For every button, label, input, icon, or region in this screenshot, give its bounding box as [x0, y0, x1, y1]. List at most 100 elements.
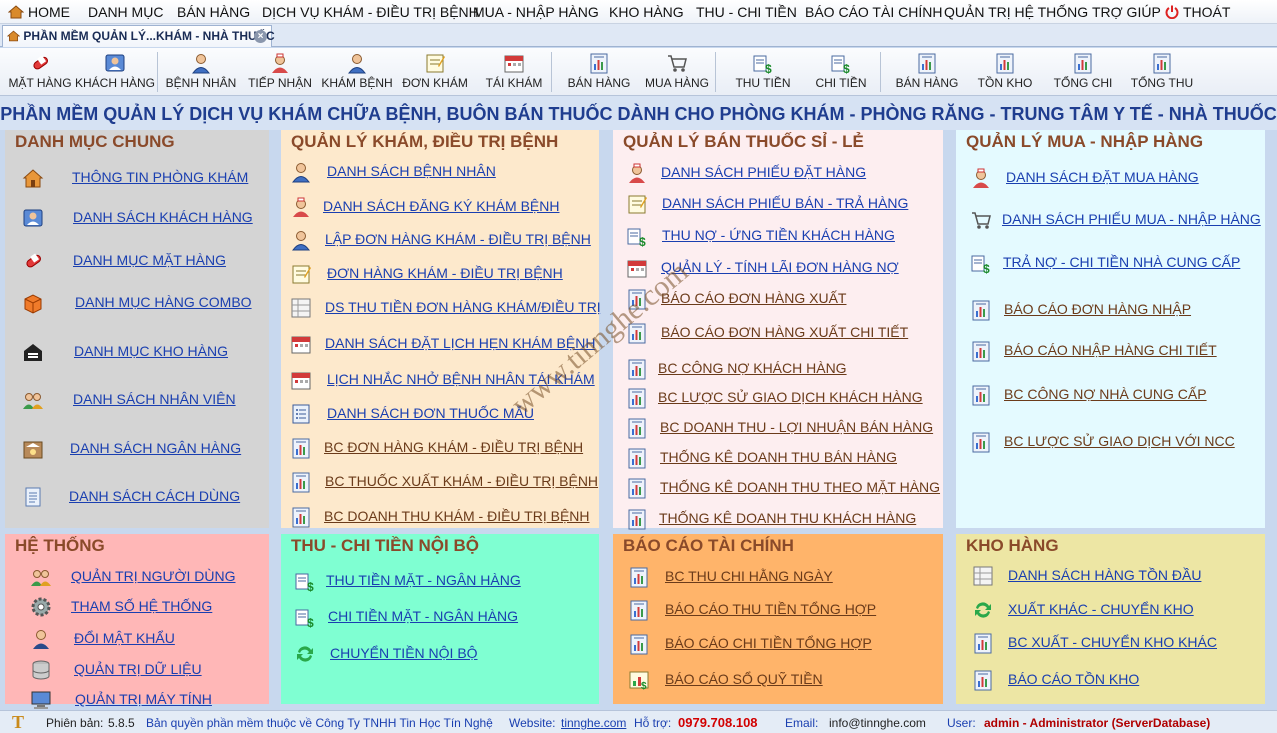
report-icon — [970, 299, 992, 321]
banthuoc-link[interactable]: DANH SÁCH PHIẾU BÁN - TRẢ HÀNG — [662, 195, 908, 211]
banthuoc-link[interactable]: BÁO CÁO ĐƠN HÀNG XUẤT CHI TIẾT — [661, 324, 908, 340]
banthuoc-link[interactable]: THỐNG KÊ DOANH THU BÁN HÀNG — [660, 449, 897, 465]
baocao-link[interactable]: BC THU CHI HẰNG NGÀY — [665, 568, 833, 584]
kham-link[interactable]: LẬP ĐƠN HÀNG KHÁM - ĐIỀU TRỊ BỆNH — [325, 231, 591, 247]
kho-link[interactable]: BÁO CÁO TỒN KHO — [1008, 671, 1139, 687]
menu-kho-hang[interactable]: KHO HÀNG — [609, 4, 684, 20]
baocao-link[interactable]: BÁO CÁO CHI TIỀN TỔNG HỢP — [665, 635, 872, 651]
menu-quan-tri-he-thong[interactable]: QUẢN TRỊ HỆ THỐNG — [944, 4, 1088, 20]
danhmuc-link[interactable]: THÔNG TIN PHÒNG KHÁM — [72, 169, 248, 185]
hethong-link[interactable]: QUẢN TRỊ MÁY TÍNH — [75, 691, 212, 707]
kho-link[interactable]: XUẤT KHÁC - CHUYỂN KHO — [1008, 601, 1194, 617]
toolbar-bao-cao-ban-hang-button[interactable]: BÁN HÀNG — [887, 50, 967, 94]
toolbar-ton-kho-button[interactable]: TỒN KHO — [965, 50, 1045, 94]
menu-thoat[interactable]: THOÁT — [1165, 4, 1230, 20]
kham-link[interactable]: DANH SÁCH BỆNH NHÂN — [327, 163, 496, 179]
kham-link[interactable]: DS THU TIỀN ĐƠN HÀNG KHÁM/ĐIỀU TRỊ — [325, 299, 601, 315]
toolbar-label: TIẾP NHẬN — [248, 76, 312, 90]
toolbar-tong-thu-button[interactable]: TỔNG THU — [1122, 50, 1202, 94]
menu-danh-muc[interactable]: DANH MỤC — [88, 4, 163, 20]
cart-icon — [970, 209, 992, 231]
banthuoc-link[interactable]: QUẢN LÝ - TÍNH LÃI ĐƠN HÀNG NỢ — [661, 259, 899, 275]
kham-link[interactable]: DANH SÁCH ĐƠN THUỐC MẪU — [327, 405, 534, 421]
kham-link[interactable]: DANH SÁCH ĐĂNG KÝ KHÁM BỆNH — [323, 198, 559, 214]
baocao-link[interactable]: BÁO CÁO THU TIỀN TỔNG HỢP — [665, 601, 876, 617]
kham-link[interactable]: ĐƠN HÀNG KHÁM - ĐIỀU TRỊ BỆNH — [327, 265, 563, 281]
banthuoc-link[interactable]: BÁO CÁO ĐƠN HÀNG XUẤT — [661, 290, 846, 306]
mua-link[interactable]: DANH SÁCH ĐẶT MUA HÀNG — [1006, 169, 1199, 185]
toolbar-tong-chi-button[interactable]: TỔNG CHI — [1043, 50, 1123, 94]
menu-thu-chi-tien[interactable]: THU - CHI TIỀN — [696, 4, 797, 20]
banthuoc-link[interactable]: DANH SÁCH PHIẾU ĐẶT HÀNG — [661, 164, 866, 180]
report-icon — [626, 508, 648, 530]
thuchi-link[interactable]: CHUYỂN TIỀN NỘI BỘ — [330, 645, 478, 661]
toolbar-label: KHÁCH HÀNG — [75, 76, 156, 90]
toolbar-don-kham-button[interactable]: ĐƠN KHÁM — [395, 50, 475, 94]
close-icon[interactable]: × — [254, 30, 267, 43]
danhmuc-link[interactable]: DANH MỤC MẶT HÀNG — [73, 252, 226, 268]
kham-link[interactable]: BC ĐƠN HÀNG KHÁM - ĐIỀU TRỊ BỆNH — [324, 439, 583, 455]
menu-home[interactable]: HOME — [8, 4, 70, 20]
mua-link[interactable]: BÁO CÁO NHẬP HÀNG CHI TIẾT — [1004, 342, 1217, 358]
toolbar-separator — [880, 52, 881, 92]
danhmuc-link[interactable]: DANH SÁCH CÁCH DÙNG — [69, 488, 240, 504]
danhmuc-link[interactable]: DANH SÁCH KHÁCH HÀNG — [73, 209, 253, 225]
kho-link[interactable]: BC XUẤT - CHUYỂN KHO KHÁC — [1008, 634, 1217, 650]
toolbar-label: THU TIỀN — [735, 76, 791, 90]
toolbar-tiep-nhan-button[interactable]: TIẾP NHẬN — [240, 50, 320, 94]
kham-link[interactable]: BC THUỐC XUẤT KHÁM - ĐIỀU TRỊ BỆNH — [325, 473, 598, 489]
danhmuc-link[interactable]: DANH SÁCH NGÂN HÀNG — [70, 440, 241, 456]
report-icon — [290, 471, 312, 493]
toolbar-mua-hang-button[interactable]: MUA HÀNG — [637, 50, 717, 94]
list-icon — [290, 403, 312, 425]
menu-tro-giup[interactable]: TRỢ GIÚP — [1092, 4, 1161, 20]
toolbar-ban-hang-button[interactable]: BÁN HÀNG — [559, 50, 639, 94]
kho-link[interactable]: DANH SÁCH HÀNG TỒN ĐẦU — [1008, 567, 1201, 583]
toolbar-label: MUA HÀNG — [644, 76, 709, 90]
hethong-link[interactable]: THAM SỐ HỆ THỐNG — [71, 598, 212, 614]
thuchi-link[interactable]: CHI TIỀN MẶT - NGÂN HÀNG — [328, 608, 518, 624]
banthuoc-link[interactable]: THỐNG KÊ DOANH THU THEO MẶT HÀNG — [660, 479, 940, 495]
website-link[interactable]: tinnghe.com — [561, 716, 626, 730]
support-label: Hỗ trợ: — [634, 716, 672, 730]
toolbar-label: BỆNH NHÂN — [165, 76, 237, 90]
banthuoc-link[interactable]: THU NỢ - ỨNG TIỀN KHÁCH HÀNG — [662, 227, 895, 243]
report-icon — [628, 566, 650, 588]
report-icon — [628, 633, 650, 655]
thuchi-link[interactable]: THU TIỀN MẶT - NGÂN HÀNG — [326, 572, 521, 588]
pill-icon — [22, 250, 44, 272]
baocao-link[interactable]: BÁO CÁO SỔ QUỸ TIỀN — [665, 671, 823, 687]
pill-icon — [29, 52, 51, 74]
hethong-link[interactable]: QUẢN TRỊ DỮ LIỆU — [74, 661, 202, 677]
banthuoc-link[interactable]: BC DOANH THU - LỢI NHUẬN BÁN HÀNG — [660, 419, 933, 435]
toolbar-kham-benh-button[interactable]: KHÁM BỆNH — [317, 50, 397, 94]
menu-dich-vu-kham[interactable]: DỊCH VỤ KHÁM - ĐIỀU TRỊ BỆNH — [262, 4, 479, 20]
report-icon — [970, 384, 992, 406]
toolbar-tai-kham-button[interactable]: TÁI KHÁM — [474, 50, 554, 94]
kham-link[interactable]: DANH SÁCH ĐẶT LỊCH HẸN KHÁM BỆNH — [325, 335, 595, 351]
menu-bao-cao-tai-chinh[interactable]: BÁO CÁO TÀI CHÍNH — [805, 4, 942, 20]
mua-link[interactable]: BÁO CÁO ĐƠN HÀNG NHẬP — [1004, 301, 1191, 317]
banthuoc-link[interactable]: THỐNG KÊ DOANH THU KHÁCH HÀNG — [659, 510, 916, 526]
danhmuc-link[interactable]: DANH MỤC HÀNG COMBO — [75, 294, 252, 310]
toolbar-thu-tien-button[interactable]: $ THU TIỀN — [723, 50, 803, 94]
mua-link[interactable]: BC LƯỢC SỬ GIAO DỊCH VỚI NCC — [1004, 433, 1235, 449]
hethong-link[interactable]: QUẢN TRỊ NGƯỜI DÙNG — [71, 568, 236, 584]
banthuoc-link[interactable]: BC LƯỢC SỬ GIAO DỊCH KHÁCH HÀNG — [658, 389, 923, 405]
menu-mua-nhap-hang[interactable]: MUA - NHẬP HÀNG — [473, 4, 599, 20]
danhmuc-link[interactable]: DANH MỤC KHO HÀNG — [74, 343, 228, 359]
tab-main[interactable]: PHẦN MỀM QUẢN LÝ...KHÁM - NHÀ THUỐC × — [2, 25, 275, 47]
home-icon — [8, 5, 24, 19]
mua-link[interactable]: BC CÔNG NỢ NHÀ CUNG CẤP — [1004, 386, 1207, 402]
toolbar-benh-nhan-button[interactable]: BỆNH NHÂN — [161, 50, 241, 94]
toolbar-chi-tien-button[interactable]: $ CHI TIỀN — [801, 50, 881, 94]
danhmuc-link[interactable]: DANH SÁCH NHÂN VIÊN — [73, 391, 236, 407]
mua-link[interactable]: TRẢ NỢ - CHI TIỀN NHÀ CUNG CẤP — [1003, 254, 1240, 270]
toolbar-mat-hang-button[interactable]: MẶT HÀNG — [0, 50, 80, 94]
hethong-link[interactable]: ĐỔI MẬT KHẨU — [74, 630, 175, 646]
banthuoc-link[interactable]: BC CÔNG NỢ KHÁCH HÀNG — [658, 360, 847, 376]
mua-link[interactable]: DANH SÁCH PHIẾU MUA - NHẬP HÀNG — [1002, 211, 1261, 227]
menu-ban-hang[interactable]: BÁN HÀNG — [177, 4, 250, 20]
toolbar-khach-hang-button[interactable]: KHÁCH HÀNG — [75, 50, 155, 94]
kham-link[interactable]: BC DOANH THU KHÁM - ĐIỀU TRỊ BỆNH — [324, 508, 590, 524]
